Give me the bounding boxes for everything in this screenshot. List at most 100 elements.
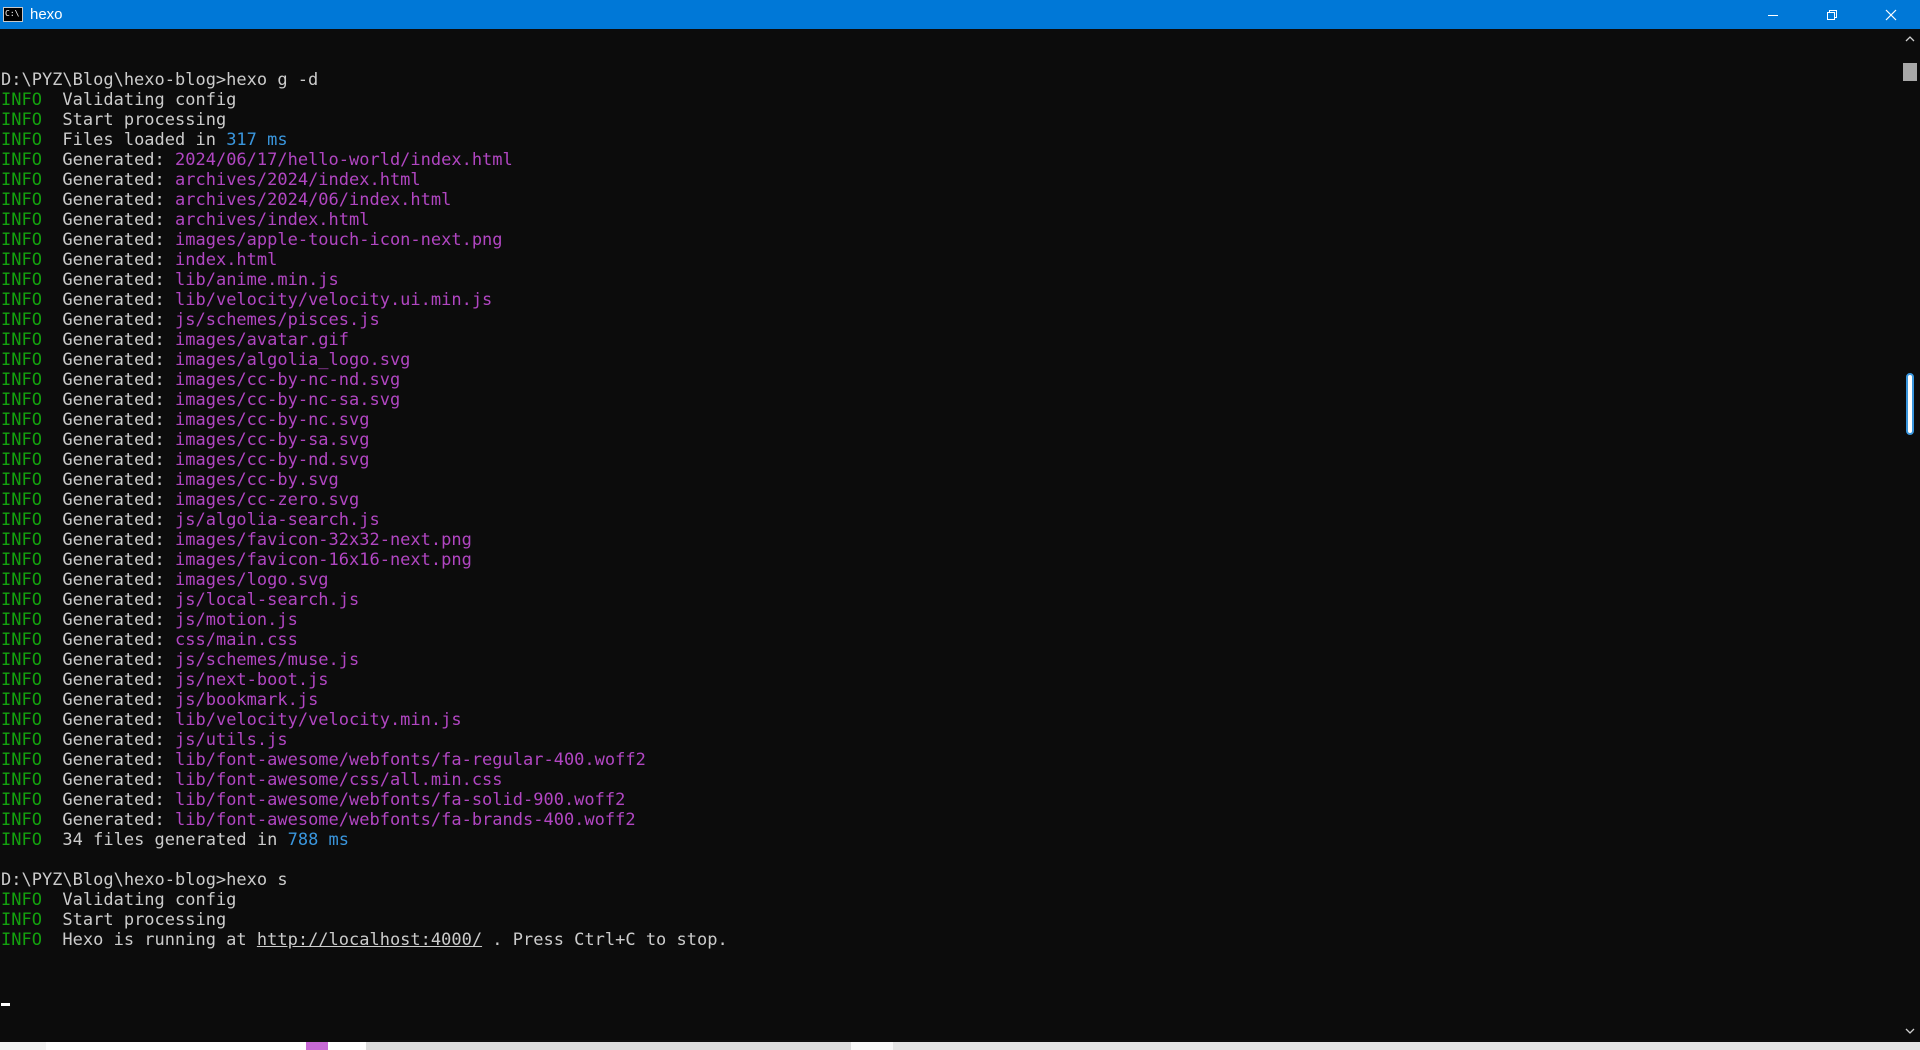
file-path: css/main.css (175, 630, 298, 650)
vertical-scrollbar[interactable] (1900, 29, 1920, 1041)
console-line: INFO Start processing (0, 910, 1898, 930)
console-line: INFO Start processing (0, 110, 1898, 130)
log-level: INFO (1, 90, 42, 110)
console-text: Generated: (41, 810, 176, 830)
close-button[interactable] (1861, 0, 1920, 29)
log-level: INFO (1, 510, 42, 530)
console-line: INFO Generated: images/favicon-16x16-nex… (0, 550, 1898, 570)
console-line: INFO Generated: 2024/06/17/hello-world/i… (0, 150, 1898, 170)
console-line: INFO Validating config (0, 890, 1898, 910)
file-path: images/logo.svg (175, 570, 329, 590)
console-line: INFO Generated: images/cc-by-nc.svg (0, 410, 1898, 430)
console-line: D:\PYZ\Blog\hexo-blog>hexo s (0, 870, 1898, 890)
log-level: INFO (1, 750, 42, 770)
console-line: INFO Hexo is running at http://localhost… (0, 930, 1898, 950)
file-path: images/cc-by-sa.svg (175, 430, 370, 450)
file-path: js/next-boot.js (175, 670, 329, 690)
scroll-down-button[interactable] (1900, 1021, 1920, 1041)
log-level: INFO (1, 410, 42, 430)
title-bar[interactable]: C:\ hexo (0, 0, 1920, 29)
file-path: 2024/06/17/hello-world/index.html (175, 150, 513, 170)
log-level: INFO (1, 390, 42, 410)
console-line: INFO Generated: images/cc-by.svg (0, 470, 1898, 490)
prompt-line (0, 990, 1898, 1010)
console-line: INFO Generated: js/motion.js (0, 610, 1898, 630)
console-text: Files loaded in (41, 130, 227, 150)
scroll-up-button[interactable] (1900, 29, 1920, 49)
console-text: Hexo is running at (41, 930, 257, 950)
console-text: Generated: (41, 370, 176, 390)
log-level: INFO (1, 570, 42, 590)
console-line: INFO Generated: archives/2024/06/index.h… (0, 190, 1898, 210)
console-text: Generated: (41, 610, 176, 630)
server-url-link[interactable]: http://localhost:4000/ (257, 930, 482, 950)
console-icon: C:\ (3, 7, 23, 22)
console-line: INFO Generated: lib/velocity/velocity.ui… (0, 290, 1898, 310)
log-level: INFO (1, 290, 42, 310)
console-text: Generated: (41, 470, 176, 490)
log-level: INFO (1, 770, 42, 790)
log-level: INFO (1, 690, 42, 710)
taskbar-edge (0, 1042, 1920, 1050)
file-path: images/cc-by-nc-sa.svg (175, 390, 401, 410)
taskbar-segment (851, 1042, 893, 1050)
restore-icon (1826, 9, 1837, 20)
file-path: js/algolia-search.js (175, 510, 380, 530)
file-path: images/favicon-16x16-next.png (175, 550, 472, 570)
console-line: INFO Generated: images/cc-by-nc-sa.svg (0, 390, 1898, 410)
console-line: INFO Generated: js/algolia-search.js (0, 510, 1898, 530)
log-level: INFO (1, 530, 42, 550)
log-level: INFO (1, 190, 42, 210)
console-line: INFO Generated: lib/anime.min.js (0, 270, 1898, 290)
console-text: Generated: (41, 790, 176, 810)
file-path: js/local-search.js (175, 590, 360, 610)
console-output[interactable]: D:\PYZ\Blog\hexo-blog>hexo g -d INFO Vali… (0, 30, 1898, 1040)
console-text: Generated: (41, 170, 176, 190)
console-text: Generated: (41, 350, 176, 370)
file-path: images/cc-by-nc.svg (175, 410, 370, 430)
log-level: INFO (1, 830, 42, 850)
minimize-button[interactable] (1743, 0, 1802, 29)
console-line: INFO Generated: lib/font-awesome/css/all… (0, 770, 1898, 790)
restore-button[interactable] (1802, 0, 1861, 29)
window-controls (1743, 0, 1920, 29)
file-path: archives/2024/index.html (175, 170, 421, 190)
minimize-icon (1767, 14, 1778, 16)
scrollbar-thumb[interactable] (1903, 63, 1917, 81)
console-text: Generated: (41, 450, 176, 470)
console-text: Generated: (41, 490, 176, 510)
console-line: INFO Generated: images/cc-by-sa.svg (0, 430, 1898, 450)
console-text: Generated: (41, 270, 176, 290)
console-text: Start processing (41, 110, 227, 130)
console-line: INFO Generated: lib/velocity/velocity.mi… (0, 710, 1898, 730)
file-path: images/cc-by.svg (175, 470, 339, 490)
log-level: INFO (1, 890, 42, 910)
console-line: INFO Files loaded in 317 ms (0, 130, 1898, 150)
log-level: INFO (1, 370, 42, 390)
console-line: INFO 34 files generated in 788 ms (0, 830, 1898, 850)
console-text: Generated: (41, 710, 176, 730)
console-text: Validating config (41, 890, 237, 910)
console-text: Generated: (41, 690, 176, 710)
log-level: INFO (1, 550, 42, 570)
file-path: lib/velocity/velocity.ui.min.js (175, 290, 493, 310)
console-line: INFO Generated: images/logo.svg (0, 570, 1898, 590)
file-path: lib/font-awesome/webfonts/fa-solid-900.w… (175, 790, 626, 810)
file-path: js/schemes/pisces.js (175, 310, 380, 330)
file-path: lib/font-awesome/css/all.min.css (175, 770, 503, 790)
file-path: images/cc-by-nc-nd.svg (175, 370, 401, 390)
console-line: INFO Generated: lib/font-awesome/webfont… (0, 790, 1898, 810)
console-line: INFO Generated: images/algolia_logo.svg (0, 350, 1898, 370)
console-text: Generated: (41, 190, 176, 210)
log-level: INFO (1, 910, 42, 930)
console-line: INFO Generated: images/cc-zero.svg (0, 490, 1898, 510)
log-level: INFO (1, 810, 42, 830)
file-path: images/cc-by-nd.svg (175, 450, 370, 470)
taskbar-segment (0, 1042, 46, 1050)
log-level: INFO (1, 210, 42, 230)
console-text: Validating config (41, 90, 237, 110)
file-path: lib/font-awesome/webfonts/fa-regular-400… (175, 750, 646, 770)
console-text: Generated: (41, 670, 176, 690)
chevron-down-icon (1905, 1028, 1915, 1034)
